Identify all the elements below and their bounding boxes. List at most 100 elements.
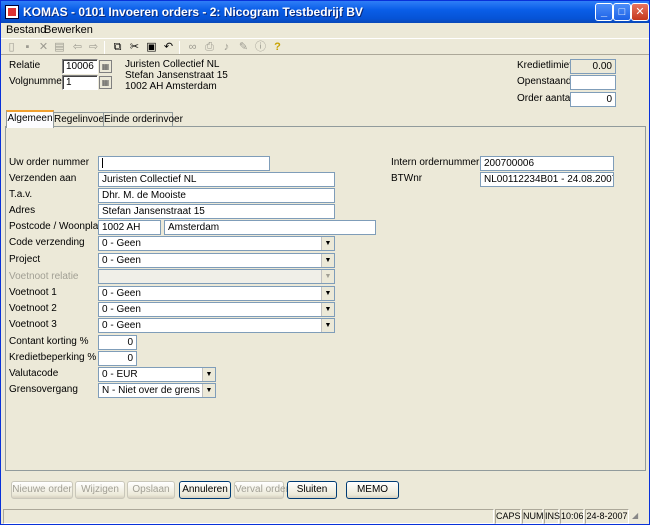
- voetnoot-relatie-label: Voetnoot relatie: [9, 271, 79, 282]
- project-select[interactable]: 0 - Geen ▼: [98, 253, 335, 268]
- voetnoot1-select[interactable]: 0 - Geen ▼: [98, 286, 335, 301]
- code-verzending-label: Code verzending: [9, 237, 85, 248]
- memo-button[interactable]: MEMO: [346, 481, 399, 499]
- voetnoot-relatie-select: ▼: [98, 269, 335, 284]
- voetnoot3-select[interactable]: 0 - Geen ▼: [98, 318, 335, 333]
- intern-ordernummer-input[interactable]: 200700006: [480, 156, 614, 171]
- chevron-down-icon[interactable]: ▼: [321, 287, 334, 300]
- edit-icon[interactable]: ▤: [53, 41, 66, 54]
- new-file-icon[interactable]: ▯: [5, 41, 18, 54]
- app-window: KOMAS - 0101 Invoeren orders - 2: Nicogr…: [0, 0, 650, 525]
- openstaand-label: Openstaand: [517, 76, 572, 87]
- verzenden-aan-label: Verzenden aan: [9, 173, 77, 184]
- voetnoot3-label: Voetnoot 3: [9, 319, 57, 330]
- title-bar[interactable]: KOMAS - 0101 Invoeren orders - 2: Nicogr…: [1, 1, 649, 23]
- binoculars-icon[interactable]: ∞: [186, 41, 199, 54]
- tab-einde-orderinvoer[interactable]: Einde orderinvoer: [103, 112, 183, 127]
- kredietbeperking-input[interactable]: 0: [98, 351, 137, 366]
- btwnr-input[interactable]: NL00112234B01 - 24.08.2007: [480, 172, 614, 187]
- voetnoot2-select[interactable]: 0 - Geen ▼: [98, 302, 335, 317]
- volgnummer-label: Volgnummer: [9, 76, 66, 87]
- grensovergang-select[interactable]: N - Niet over de grens ▼: [98, 383, 216, 398]
- relatie-label: Relatie: [9, 60, 41, 71]
- btwnr-label: BTWnr: [391, 173, 423, 184]
- kredietlimiet-label: Kredietlimiet: [517, 60, 573, 71]
- chevron-down-icon[interactable]: ▼: [202, 368, 215, 381]
- valutacode-select[interactable]: 0 - EUR ▼: [98, 367, 216, 382]
- verval-order-button[interactable]: Verval order: [234, 481, 289, 499]
- tav-input[interactable]: Dhr. M. de Mooiste: [98, 188, 335, 203]
- tav-label: T.a.v.: [9, 189, 33, 200]
- status-date: 24-8-2007: [585, 509, 629, 524]
- address-line-1: Juristen Collectief NL: [125, 59, 220, 70]
- minimize-button[interactable]: _: [595, 3, 613, 21]
- status-time: 10:06: [560, 509, 584, 524]
- close-button[interactable]: ✕: [631, 3, 649, 21]
- maximize-button[interactable]: □: [613, 3, 631, 21]
- chevron-down-icon: ▼: [321, 270, 334, 283]
- voetnoot1-label: Voetnoot 1: [9, 287, 57, 298]
- kredietbeperking-label: Kredietbeperking %: [9, 352, 97, 363]
- adres-input[interactable]: Stefan Jansenstraat 15: [98, 204, 335, 219]
- arrow-right-icon[interactable]: ⇨: [87, 41, 100, 54]
- info-icon[interactable]: ⓘ: [254, 41, 267, 54]
- openstaand-value: [570, 75, 616, 90]
- help-icon[interactable]: ?: [271, 41, 284, 54]
- chevron-down-icon[interactable]: ▼: [321, 237, 334, 250]
- intern-ordernummer-label: Intern ordernummer: [391, 157, 480, 168]
- tab-algemeen[interactable]: Algemeen: [6, 110, 54, 128]
- status-num: NUM: [522, 509, 544, 524]
- voetnoot2-label: Voetnoot 2: [9, 303, 57, 314]
- status-caps: CAPS: [495, 509, 521, 524]
- copy-icon[interactable]: ⧉: [111, 41, 124, 54]
- cut-icon[interactable]: ✂: [128, 41, 141, 54]
- relatie-input[interactable]: 10006: [62, 59, 98, 74]
- toolbar: ▯ ▪ ✕ ▤ ⇦ ⇨ ⧉ ✂ ▣ ↶ ∞ ⎙ ♪ ✎ ⓘ ?: [1, 38, 649, 55]
- undo-icon[interactable]: ↶: [162, 41, 175, 54]
- valutacode-label: Valutacode: [9, 368, 59, 379]
- save-icon[interactable]: ▪: [21, 41, 34, 54]
- paste-icon[interactable]: ▣: [145, 41, 158, 54]
- contant-korting-label: Contant korting %: [9, 336, 89, 347]
- code-verzending-select[interactable]: 0 - Geen ▼: [98, 236, 335, 251]
- contant-korting-input[interactable]: 0: [98, 335, 137, 350]
- menu-bestand[interactable]: Bestand: [6, 24, 46, 36]
- kredietlimiet-value: 0.00: [570, 59, 616, 74]
- arrow-left-icon[interactable]: ⇦: [71, 41, 84, 54]
- annuleren-button[interactable]: Annuleren: [179, 481, 231, 499]
- menu-bewerken[interactable]: Bewerken: [44, 24, 93, 36]
- chevron-down-icon[interactable]: ▼: [321, 254, 334, 267]
- address-line-2: Stefan Jansenstraat 15: [125, 70, 228, 81]
- chevron-down-icon[interactable]: ▼: [321, 319, 334, 332]
- resize-grip-icon[interactable]: ◢: [632, 511, 644, 523]
- nieuwe-order-button[interactable]: Nieuwe order: [11, 481, 73, 499]
- app-icon[interactable]: [5, 5, 19, 19]
- sluiten-button[interactable]: Sluiten: [287, 481, 337, 499]
- order-aantal-label: Order aantal: [517, 93, 573, 104]
- status-bar: CAPS NUM INS 10:06 24-8-2007 ◢: [1, 509, 649, 524]
- postcode-label: Postcode / Woonplaats: [9, 221, 112, 232]
- volgnummer-lookup-icon[interactable]: ▦: [99, 76, 112, 89]
- woonplaats-input[interactable]: Amsterdam: [164, 220, 376, 235]
- uw-order-nummer-input[interactable]: [98, 156, 270, 171]
- verzenden-aan-input[interactable]: Juristen Collectief NL: [98, 172, 335, 187]
- postcode-input[interactable]: 1002 AH: [98, 220, 161, 235]
- delete-icon[interactable]: ✕: [37, 41, 50, 54]
- address-line-3: 1002 AH Amsterdam: [125, 81, 217, 92]
- chevron-down-icon[interactable]: ▼: [202, 384, 215, 397]
- print-icon[interactable]: ⎙: [203, 41, 216, 54]
- volgnummer-input[interactable]: 1: [62, 75, 98, 90]
- status-message: [3, 509, 494, 524]
- wijzigen-button[interactable]: Wijzigen: [75, 481, 125, 499]
- uw-order-nummer-label: Uw order nummer: [9, 157, 90, 168]
- relatie-lookup-icon[interactable]: ▦: [99, 60, 112, 73]
- order-aantal-value: 0: [570, 92, 616, 107]
- chevron-down-icon[interactable]: ▼: [321, 303, 334, 316]
- grensovergang-label: Grensovergang: [9, 384, 78, 395]
- project-label: Project: [9, 254, 41, 265]
- tab-regelinvoer[interactable]: Regelinvoer: [53, 112, 107, 127]
- note-icon[interactable]: ✎: [237, 41, 250, 54]
- window-title: KOMAS - 0101 Invoeren orders - 2: Nicogr…: [23, 5, 363, 19]
- opslaan-button[interactable]: Opslaan: [127, 481, 175, 499]
- bell-icon[interactable]: ♪: [220, 41, 233, 54]
